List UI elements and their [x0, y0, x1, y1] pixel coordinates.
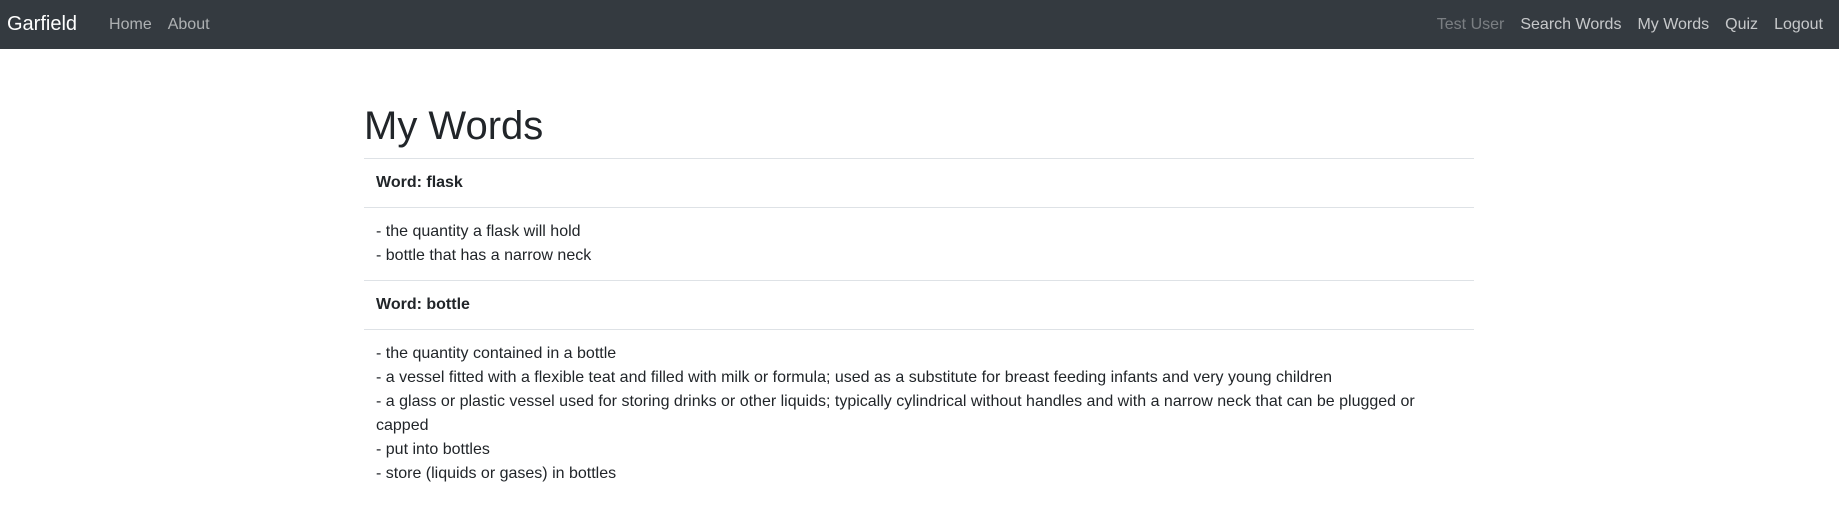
definitions-row-flask: - the quantity a flask will hold - bottl…	[364, 207, 1474, 281]
definition-line: - put into bottles	[376, 441, 490, 458]
definition-line: - bottle that has a narrow neck	[376, 247, 592, 264]
nav-home-link[interactable]: Home	[101, 16, 160, 34]
nav-quiz-link[interactable]: Quiz	[1717, 16, 1766, 34]
definition-line: - store (liquids or gases) in bottles	[376, 465, 617, 482]
definitions-cell: - the quantity contained in a bottle - a…	[364, 329, 1474, 498]
brand-link[interactable]: Garfield	[7, 13, 77, 36]
top-navbar: Garfield Home About Test User Search Wor…	[0, 0, 1839, 49]
main-container: My Words Word: flask - the quantity a fl…	[364, 49, 1474, 498]
word-row-flask: Word: flask	[364, 158, 1474, 208]
page-title: My Words	[364, 104, 544, 148]
definitions-cell: - the quantity a flask will hold - bottl…	[364, 207, 1474, 281]
navbar-right: Test User Search Words My Words Quiz Log…	[1429, 16, 1831, 34]
word-heading: Word: flask	[364, 158, 1474, 208]
definition-line: - the quantity a flask will hold	[376, 223, 581, 240]
nav-search-words-link[interactable]: Search Words	[1512, 16, 1629, 34]
nav-about-link[interactable]: About	[160, 16, 218, 34]
word-heading: Word: bottle	[364, 280, 1474, 330]
navbar-left: Garfield Home About	[7, 13, 218, 36]
nav-user-name: Test User	[1436, 15, 1505, 33]
definitions-row-bottle: - the quantity contained in a bottle - a…	[364, 329, 1474, 498]
definition-line: - a glass or plastic vessel used for sto…	[376, 393, 1415, 434]
nav-logout-link[interactable]: Logout	[1766, 16, 1831, 34]
definition-line: - a vessel fitted with a flexible teat a…	[376, 369, 1333, 386]
nav-my-words-link[interactable]: My Words	[1629, 16, 1717, 34]
word-row-bottle: Word: bottle	[364, 280, 1474, 330]
word-table: Word: flask - the quantity a flask will …	[364, 158, 1474, 498]
definition-line: - the quantity contained in a bottle	[376, 345, 617, 362]
